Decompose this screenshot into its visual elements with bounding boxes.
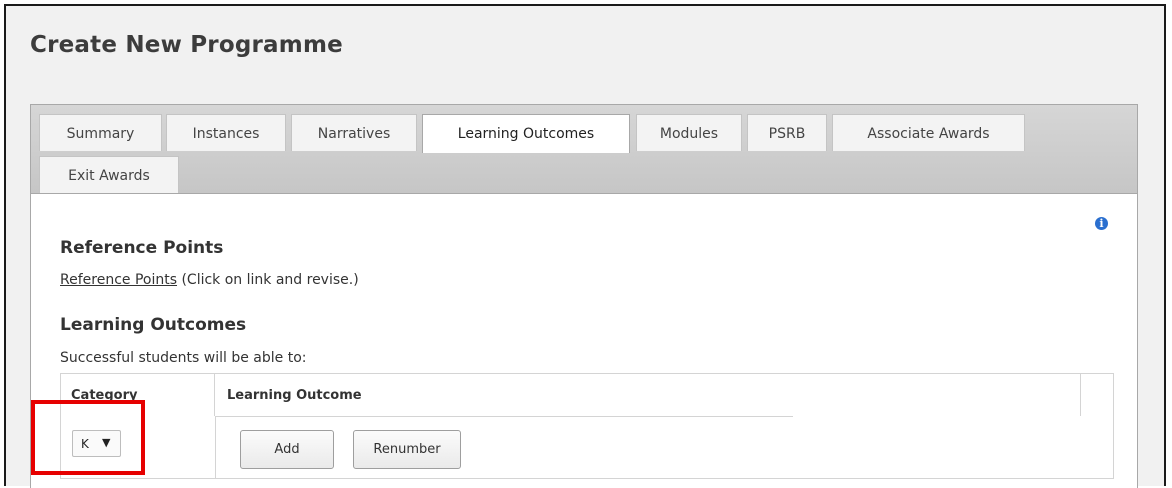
- reference-points-heading: Reference Points: [60, 238, 224, 258]
- category-select[interactable]: K ▼: [72, 430, 121, 457]
- tab-bar: Summary Instances Narratives Learning Ou…: [31, 105, 1137, 194]
- row-divider: [215, 416, 216, 478]
- header-rule: [215, 416, 793, 417]
- tab-psrb[interactable]: PSRB: [747, 114, 827, 151]
- info-icon[interactable]: i: [1095, 217, 1108, 230]
- column-header-category: Category: [61, 374, 215, 416]
- category-select-value: K: [81, 437, 89, 451]
- renumber-button[interactable]: Renumber: [353, 430, 461, 469]
- tab-narratives[interactable]: Narratives: [291, 114, 417, 151]
- tab-summary[interactable]: Summary: [39, 114, 162, 151]
- app-frame: Create New Programme Summary Instances N…: [4, 4, 1166, 488]
- column-header-learning-outcome: Learning Outcome: [215, 374, 1081, 416]
- reference-points-link[interactable]: Reference Points: [60, 272, 177, 288]
- tab-learning-outcomes[interactable]: Learning Outcomes: [422, 114, 630, 153]
- learning-outcomes-intro: Successful students will be able to:: [60, 350, 307, 366]
- tab-exit-awards[interactable]: Exit Awards: [39, 156, 179, 193]
- learning-outcomes-table: Category Learning Outcome K ▼ Add Renumb…: [60, 373, 1114, 479]
- tab-associate-awards[interactable]: Associate Awards: [832, 114, 1025, 151]
- learning-outcomes-heading: Learning Outcomes: [60, 315, 247, 335]
- tab-modules[interactable]: Modules: [636, 114, 742, 151]
- add-button[interactable]: Add: [240, 430, 334, 469]
- tab-panel: Summary Instances Narratives Learning Ou…: [30, 104, 1138, 488]
- reference-points-text: Reference Points (Click on link and revi…: [60, 272, 359, 288]
- tab-instances[interactable]: Instances: [166, 114, 286, 151]
- column-header-spacer: [1081, 374, 1113, 416]
- reference-points-hint: (Click on link and revise.): [177, 272, 359, 288]
- page-title: Create New Programme: [30, 32, 343, 58]
- caret-down-icon: ▼: [102, 436, 111, 449]
